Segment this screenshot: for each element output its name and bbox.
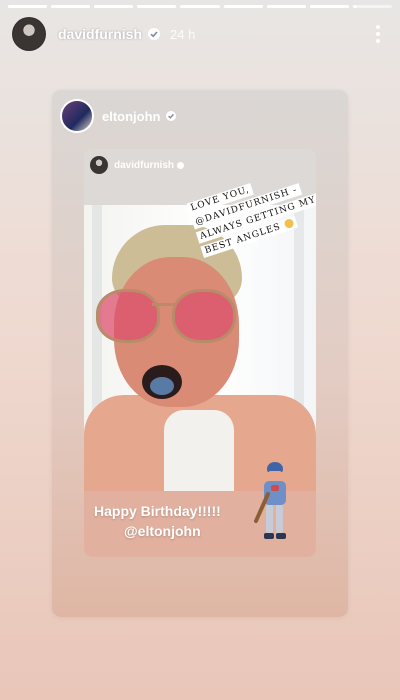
more-options-icon[interactable] [368,22,388,46]
verified-badge-icon [148,28,161,40]
progress-segment [94,5,134,8]
verified-badge-icon [165,111,176,121]
timestamp: 24 h [170,26,196,42]
reshared-avatar[interactable] [60,99,94,133]
progress-segment [51,5,91,8]
baseball-player-sticker [254,462,286,539]
username[interactable]: davidfurnish [58,26,142,42]
progress-segment [309,5,349,8]
inner-username: davidfurnish [114,159,175,171]
avatar[interactable] [12,17,46,51]
reshared-post-card[interactable]: eltonjohn davidfurnish LOVE YOU, @DAVIDF… [52,90,348,617]
progress-segment [266,5,306,8]
progress-segment [8,5,48,8]
inner-avatar [90,156,108,174]
progress-segment [137,5,177,8]
shirt [164,410,234,491]
inner-story-card[interactable]: davidfurnish LOVE YOU, @DAVIDFURNISH - A… [84,149,316,557]
sunglasses [96,289,246,343]
progress-segment [180,5,220,8]
inner-story-header: davidfurnish [90,156,185,174]
reshared-header: eltonjohn [60,99,176,133]
reshared-username[interactable]: eltonjohn [102,109,161,124]
story-header: davidfurnish 24 h [12,17,388,51]
tongue [150,377,174,395]
caption-mention[interactable]: @eltonjohn [124,521,221,541]
emoji-icon [282,218,295,230]
progress-segment [352,5,392,8]
story-progress [8,5,392,8]
birthday-caption: Happy Birthday!!!!! @eltonjohn [94,501,221,541]
caption-line-1: Happy Birthday!!!!! [94,503,221,519]
verified-badge-icon [177,161,185,169]
progress-segment [223,5,263,8]
